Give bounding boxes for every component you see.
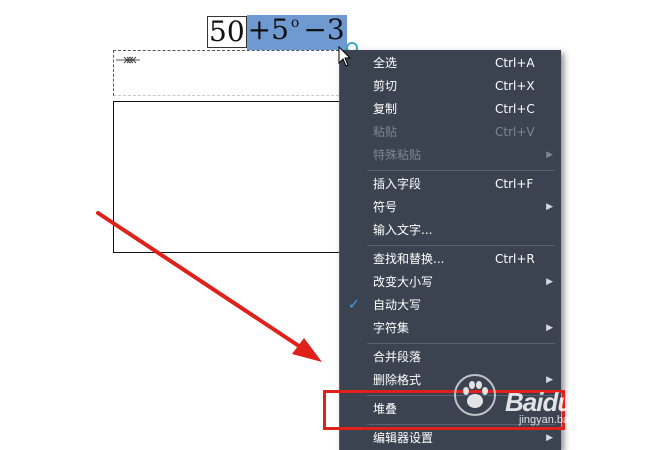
menu-shortcut: Ctrl+F — [495, 177, 534, 191]
menu-item-label: 符号 — [373, 200, 398, 214]
watermark-url: jingyan.baidu.com — [519, 414, 608, 426]
menu-item-find-replace[interactable]: 查找和替换... Ctrl+R — [340, 248, 561, 271]
menu-separator — [367, 343, 555, 344]
menu-item-insert-field[interactable]: 插入字段 Ctrl+F — [340, 173, 561, 196]
menu-item-copy[interactable]: 复制 Ctrl+C — [340, 98, 561, 121]
menu-shortcut: Ctrl+C — [495, 102, 535, 116]
menu-separator — [367, 170, 555, 171]
submenu-arrow-icon: ▶ — [546, 150, 553, 160]
menu-item-editor-settings[interactable]: 编辑器设置 ▶ — [340, 427, 561, 450]
menu-item-label: 全选 — [373, 56, 398, 70]
menu-item-label: 编辑器设置 — [373, 431, 434, 445]
watermark-brand: Baidu — [505, 387, 573, 417]
menu-shortcut: Ctrl+A — [495, 56, 535, 70]
submenu-arrow-icon: ▶ — [546, 433, 553, 443]
submenu-arrow-icon: ▶ — [546, 277, 553, 287]
menu-item-paste-special: 特殊粘贴 ▶ — [340, 144, 561, 167]
submenu-arrow-icon: ▶ — [546, 323, 553, 333]
menu-item-label: 字符集 — [373, 321, 410, 335]
menu-item-label: 特殊粘贴 — [373, 148, 422, 162]
menu-item-select-all[interactable]: 全选 Ctrl+A — [340, 52, 561, 75]
paw-icon — [454, 374, 496, 416]
menu-separator — [367, 245, 555, 246]
annotation-arrow — [96, 211, 322, 362]
menu-item-label: 自动大写 — [373, 298, 422, 312]
menu-item-symbol[interactable]: 符号 ▶ — [340, 196, 561, 219]
menu-item-label: 剪切 — [373, 79, 398, 93]
menu-item-label: 粘贴 — [373, 125, 398, 139]
menu-shortcut: Ctrl+V — [495, 125, 535, 139]
menu-item-label: 输入文字... — [373, 223, 433, 237]
menu-item-label: 插入字段 — [373, 177, 422, 191]
menu-shortcut: Ctrl+X — [495, 79, 535, 93]
menu-item-label: 复制 — [373, 102, 398, 116]
checkmark-icon: ✓ — [348, 297, 360, 313]
watermark-jingyan: 经验 — [574, 392, 615, 416]
menu-item-change-case[interactable]: 改变大小写 ▶ — [340, 271, 561, 294]
menu-item-label: 改变大小写 — [373, 275, 434, 289]
mouse-cursor-icon — [338, 46, 352, 67]
submenu-arrow-icon: ▶ — [546, 202, 553, 212]
menu-item-character-set[interactable]: 字符集 ▶ — [340, 317, 561, 340]
menu-item-label: 查找和替换... — [373, 252, 445, 266]
menu-item-import-text[interactable]: 输入文字... — [340, 219, 561, 242]
menu-item-paste: 粘贴 Ctrl+V — [340, 121, 561, 144]
baidu-jingyan-watermark: Baidu 经验 jingyan.baidu.com — [454, 374, 615, 426]
menu-item-label: 删除格式 — [373, 373, 422, 387]
menu-item-cut[interactable]: 剪切 Ctrl+X — [340, 75, 561, 98]
menu-shortcut: Ctrl+R — [495, 252, 535, 266]
menu-item-label: 合并段落 — [373, 350, 422, 364]
menu-item-combine-paragraphs[interactable]: 合并段落 — [340, 346, 561, 369]
menu-item-autocaps[interactable]: ✓ 自动大写 — [340, 294, 561, 317]
